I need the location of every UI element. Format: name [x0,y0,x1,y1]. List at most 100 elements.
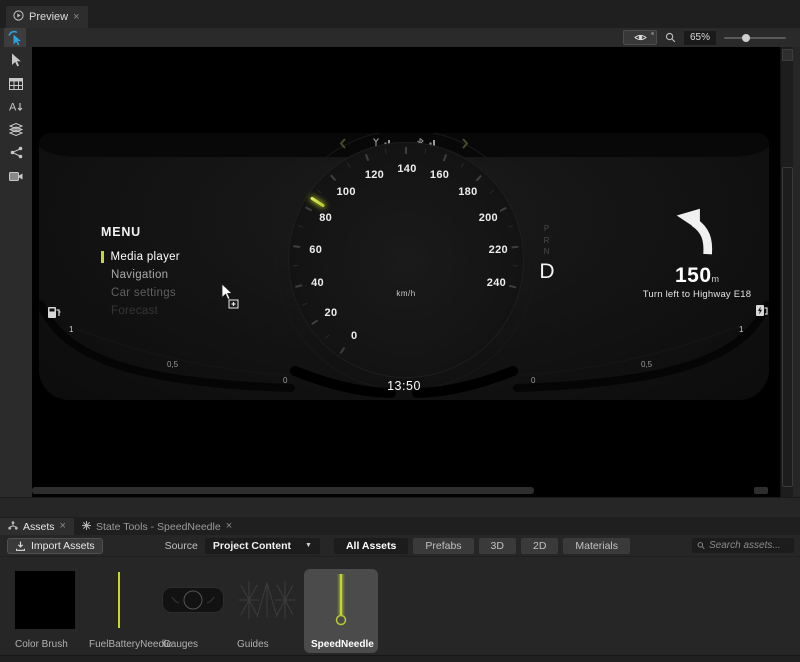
vertical-scrollbar[interactable] [780,47,793,497]
menu-item-media-player[interactable]: Media player [101,248,180,266]
select-tool-button[interactable] [4,55,28,71]
asset-tile-fuelbatteryneedle[interactable]: FuelBatteryNeedle [82,569,156,653]
gauge-tick-label: 120 [365,169,384,181]
panel-tab-state-tools-speedneedle[interactable]: State Tools - SpeedNeedle× [74,518,240,535]
panel-tab-assets[interactable]: Assets × [0,518,74,535]
horizontal-scrollbar-end[interactable] [754,487,768,494]
nav-distance-value: 150 [675,264,712,287]
gauge-tick-label: 220 [489,244,508,256]
scrollbar-top-button[interactable] [782,49,793,61]
asset-tile-guides[interactable]: Guides [230,569,304,653]
gear-selected: D [537,260,557,284]
interaction-tool-button[interactable] [4,28,26,47]
import-assets-label: Import Assets [31,540,95,552]
gear-option-P: P [537,223,557,235]
navigation-widget: 150m Turn left to Highway E18 [605,203,780,300]
right-margin [793,47,800,497]
filter-button-2d[interactable]: 2D [521,538,558,554]
gauge-tick [443,154,447,161]
gauge-tick-label: 200 [479,212,498,224]
menu-item-forecast[interactable]: Forecast [101,302,180,320]
zoom-slider[interactable] [724,37,786,39]
battery-scale-label: 1 [739,325,743,334]
gauge-tick-label: 240 [487,277,506,289]
asset-name-label: Gauges [163,639,198,650]
menu-item-label: Car settings [111,287,176,299]
filter-button-materials[interactable]: Materials [563,538,630,554]
gauge-tick [509,285,516,288]
grid-tool-button[interactable] [4,78,28,94]
layers-tool-button[interactable] [4,124,28,140]
menu-item-label: Media player [111,251,180,263]
timeline-tool-button[interactable] [4,170,28,186]
bottom-panel-tabbar: Assets×State Tools - SpeedNeedle× [0,517,800,535]
gauge-tick-label: 40 [311,277,324,289]
select-tool-icon [9,53,23,73]
gauge-tick [293,265,298,266]
battery-scale-label: 0,5 [641,360,652,369]
instrument-cluster: km/h 020406080100120140160180200220240 M… [39,133,769,400]
panel-tab-close-icon[interactable]: × [226,521,232,532]
gauge-tick [476,175,482,181]
gauge-tick [508,225,513,227]
chevron-down-icon: ▼ [305,542,312,549]
text-tool-icon: A [9,100,23,118]
asset-filters: All Assets Prefabs 3D 2D Materials [334,538,630,554]
search-input[interactable] [709,540,789,551]
asset-tile-speedneedle[interactable]: SpeedNeedle [304,569,378,653]
text-tool-button[interactable]: A [4,101,28,117]
gauge-tick [302,303,307,306]
panel-tab-close-icon[interactable]: × [60,521,66,532]
preview-canvas[interactable]: km/h 020406080100120140160180200220240 M… [32,47,780,497]
tab-preview[interactable]: Preview × [6,6,88,28]
cluster-menu: MENU Media player Navigation Car settings F… [101,225,180,320]
menu-item-label: Forecast [111,305,158,317]
speed-unit-label: km/h [396,289,415,298]
filter-button-all-assets[interactable]: All Assets [334,538,408,554]
speedometer-gauge: km/h 020406080100120140160180200220240 [288,142,524,378]
vertical-scrollbar-thumb[interactable] [782,167,793,487]
asset-grid: Color BrushFuelBatteryNeedle Gauges Guides… [0,557,800,655]
menu-item-car-settings[interactable]: Car settings [101,284,180,302]
gauge-tick-label: 100 [336,186,355,198]
gear-option-N: N [537,246,557,258]
search-icon [697,541,705,550]
gauge-tick-label: 140 [397,163,416,175]
panel-splitter[interactable] [0,497,800,517]
tab-preview-label: Preview [29,11,68,23]
layers-tool-icon [9,123,23,141]
gauge-tick-label: 80 [319,212,332,224]
horizontal-scrollbar-thumb[interactable] [32,487,534,494]
gauge-tick [385,149,387,154]
gauge-tick [340,347,345,354]
gauge-tick [424,149,426,154]
filter-button-3d[interactable]: 3D [479,538,516,554]
visibility-button[interactable] [623,30,657,45]
import-assets-button[interactable]: Import Assets [7,538,103,554]
import-download-icon [15,540,26,552]
tab-preview-close-icon[interactable]: × [73,12,79,23]
zoom-level-value[interactable]: 65% [684,31,716,45]
zoom-slider-thumb[interactable] [742,34,750,42]
source-dropdown[interactable]: Project Content ▼ [205,538,320,554]
asset-search-box[interactable] [692,538,794,553]
zoom-magnifier-icon [665,32,676,43]
asset-tile-gauges[interactable]: Gauges [156,569,230,653]
gauge-tick [490,190,495,194]
chevron-right-icon [461,136,469,154]
asset-name-label: SpeedNeedle [311,639,374,650]
gauge-tick [347,163,350,168]
fuel-pump-icon [47,305,62,320]
gauge-tick [365,154,369,161]
connections-tool-button[interactable] [4,147,28,163]
cursor-click-icon [7,29,23,46]
panel-tab-label: Assets [23,521,55,533]
nav-instruction: Turn left to Highway E18 [605,289,780,300]
menu-item-navigation[interactable]: Navigation [101,266,180,284]
gear-indicator: PRND [537,223,557,284]
menu-title: MENU [101,225,180,239]
asset-tile-color-brush[interactable]: Color Brush [8,569,82,653]
filter-button-prefabs[interactable]: Prefabs [413,538,473,554]
chevron-left-icon [339,136,347,154]
asset-thumbnail [304,569,378,631]
